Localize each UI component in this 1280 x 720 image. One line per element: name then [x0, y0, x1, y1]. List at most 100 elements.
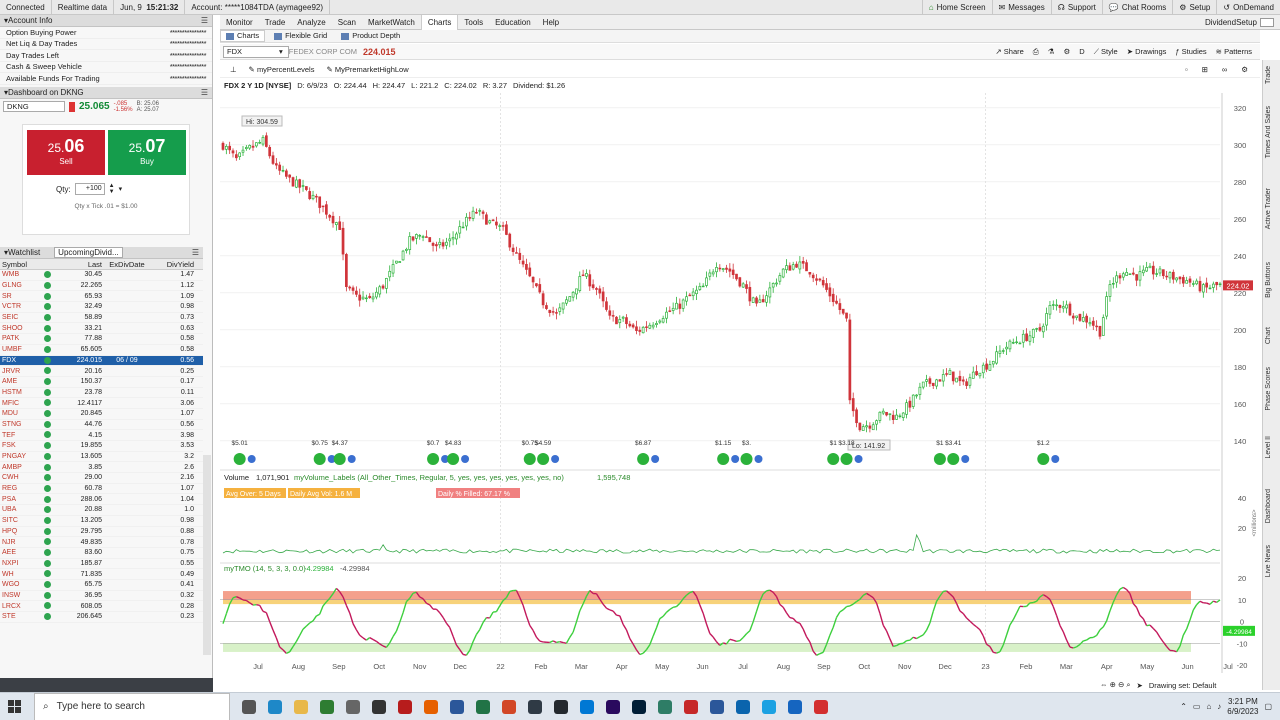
- gadget-dashboard[interactable]: Dashboard: [1265, 489, 1272, 523]
- messages-button[interactable]: ✉ Messages: [991, 0, 1051, 15]
- watchlist-row[interactable]: WH 71.835 0.49: [0, 569, 203, 580]
- gadget-chart[interactable]: Chart: [1265, 327, 1272, 344]
- chevron-down-icon[interactable]: ▾: [119, 185, 123, 193]
- watchlist-row[interactable]: TEF 4.15 3.98: [0, 430, 203, 441]
- browser-icon[interactable]: [756, 693, 782, 720]
- drawings-button[interactable]: ➤ Drawings: [1127, 47, 1167, 56]
- acrobat-icon[interactable]: [678, 693, 704, 720]
- volume-icon[interactable]: ♪: [1217, 702, 1221, 711]
- watchlist-header[interactable]: ▾ Watchlist UpcomingDivid... ☰: [0, 247, 203, 259]
- dividend-marker-icon[interactable]: [427, 453, 440, 465]
- vscode-icon[interactable]: [574, 693, 600, 720]
- tab-monitor[interactable]: Monitor: [220, 15, 259, 30]
- watchlist-row[interactable]: UBA 20.88 1.0: [0, 505, 203, 516]
- flask-icon[interactable]: ⚗: [1048, 47, 1055, 56]
- watchlist-row[interactable]: MDU 20.845 1.07: [0, 409, 203, 420]
- watchlist-row[interactable]: FSK 19.855 3.53: [0, 441, 203, 452]
- tab-analyze[interactable]: Analyze: [291, 15, 331, 30]
- watchlist-selector[interactable]: UpcomingDivid...: [54, 247, 123, 258]
- dividend-setup-label[interactable]: DividendSetup: [1205, 17, 1280, 27]
- event-marker-icon[interactable]: [961, 455, 970, 463]
- watchlist-row[interactable]: NXPI 185.87 0.55: [0, 559, 203, 570]
- app-icon[interactable]: [522, 693, 548, 720]
- watchlist-row[interactable]: LRCX 608.05 0.28: [0, 601, 203, 612]
- dividend-marker-icon[interactable]: [637, 453, 650, 465]
- taskbar-clock[interactable]: 3:21 PM 6/9/2023: [1227, 697, 1258, 717]
- quantity-input[interactable]: +100: [74, 183, 105, 195]
- github-icon[interactable]: [548, 693, 574, 720]
- menu-icon[interactable]: ☰: [201, 16, 208, 25]
- support-button[interactable]: ☊ Support: [1050, 0, 1102, 15]
- grid-icon[interactable]: ⊞: [1202, 65, 1208, 74]
- menu-icon[interactable]: ☰: [201, 88, 208, 97]
- event-marker-icon[interactable]: [551, 455, 560, 463]
- event-marker-icon[interactable]: [754, 455, 763, 463]
- edge-icon[interactable]: [262, 693, 288, 720]
- gadget-level-ii[interactable]: Level II: [1265, 436, 1272, 459]
- link-icon[interactable]: ∞: [1222, 65, 1227, 74]
- watchlist-row[interactable]: STNG 44.76 0.56: [0, 420, 203, 431]
- stepper-arrows-icon[interactable]: ▲ ▼: [109, 183, 115, 195]
- thinkorswim-icon[interactable]: [314, 693, 340, 720]
- study-premarket-high-low[interactable]: ✎ MyPremarketHighLow: [326, 65, 408, 74]
- watchlist-row[interactable]: WGO 65.75 0.41: [0, 580, 203, 591]
- gadget-trade[interactable]: Trade: [1265, 66, 1272, 84]
- watchlist-row[interactable]: REG 60.78 1.07: [0, 484, 203, 495]
- col-exdivdate[interactable]: ExDivDate: [102, 260, 152, 269]
- patterns-button[interactable]: ≋ Patterns: [1216, 47, 1252, 56]
- dividend-marker-icon[interactable]: [523, 453, 536, 465]
- task-view-icon[interactable]: [236, 693, 262, 720]
- gadget-times-and-sales[interactable]: Times And Sales: [1265, 106, 1272, 158]
- dividend-marker-icon[interactable]: [233, 453, 246, 465]
- watchlist-row[interactable]: FDX 224.015 06 / 09 0.56: [0, 355, 203, 367]
- zoom-controls[interactable]: ⇔ ⊕ ⊖ ⌕: [1100, 680, 1131, 690]
- home-screen-button[interactable]: ⌂ Home Screen: [921, 0, 992, 15]
- menu-icon[interactable]: ☰: [192, 248, 199, 257]
- event-marker-icon[interactable]: [731, 455, 740, 463]
- watchlist-row[interactable]: HSTM 23.78 0.11: [0, 388, 203, 399]
- price-chart[interactable]: 140 160 180 200 220 240 260 280 300 320 Jul Aug Sep O…: [220, 93, 1260, 673]
- event-marker-icon[interactable]: [651, 455, 660, 463]
- tab-marketwatch[interactable]: MarketWatch: [362, 15, 421, 30]
- watchlist-row[interactable]: GLNG 22.265 1.12: [0, 281, 203, 292]
- tab-charts[interactable]: Charts: [420, 14, 459, 30]
- tab-help[interactable]: Help: [537, 15, 565, 30]
- event-marker-icon[interactable]: [854, 455, 863, 463]
- study-percent-levels[interactable]: ✎ myPercentLevels: [249, 65, 315, 74]
- col-symbol[interactable]: Symbol: [0, 260, 44, 269]
- pin-icon[interactable]: ⊥: [230, 65, 237, 74]
- watchlist-row[interactable]: SEIC 58.89 0.73: [0, 313, 203, 324]
- file-explorer-icon[interactable]: [288, 693, 314, 720]
- dividend-marker-icon[interactable]: [537, 453, 550, 465]
- watchlist-row[interactable]: STE 206.645 0.23: [0, 612, 203, 623]
- dividend-marker-icon[interactable]: [840, 453, 853, 465]
- excel-icon[interactable]: [470, 693, 496, 720]
- gadget-active-trader[interactable]: Active Trader: [1265, 188, 1272, 229]
- gear-icon[interactable]: ⚙: [1241, 65, 1248, 74]
- watchlist-row[interactable]: WMB 30.45 1.47: [0, 270, 203, 281]
- watchlist-row[interactable]: AME 150.37 0.17: [0, 377, 203, 388]
- notification-icon[interactable]: ▢: [1264, 702, 1272, 711]
- chat-rooms-button[interactable]: 💬 Chat Rooms: [1101, 0, 1172, 15]
- watchlist-row[interactable]: PSA 288.06 1.04: [0, 494, 203, 506]
- dividend-marker-icon[interactable]: [1037, 453, 1050, 465]
- tab-education[interactable]: Education: [489, 15, 537, 30]
- outlook-icon[interactable]: [730, 693, 756, 720]
- app-icon[interactable]: [392, 693, 418, 720]
- app-icon[interactable]: [808, 693, 834, 720]
- account-info-header[interactable]: ▾ Account Info ☰: [0, 15, 212, 27]
- taskbar-search-input[interactable]: ⌕ Type here to search: [34, 692, 230, 720]
- event-marker-icon[interactable]: [347, 455, 356, 463]
- gadget-live-news[interactable]: Live News: [1265, 545, 1272, 577]
- chevron-up-icon[interactable]: ⌃: [1180, 702, 1187, 711]
- event-marker-icon[interactable]: [247, 455, 256, 463]
- tab-tools[interactable]: Tools: [458, 15, 489, 30]
- chart-svg[interactable]: 140160180200220240260280300320Jul Aug Sep O…: [220, 93, 1260, 673]
- firefox-icon[interactable]: [418, 693, 444, 720]
- watchlist-row[interactable]: SR 65.93 1.09: [0, 291, 203, 303]
- network-icon[interactable]: ⌂: [1206, 702, 1211, 711]
- watchlist-row[interactable]: INSW 36.95 0.32: [0, 591, 203, 602]
- settings-icon[interactable]: [340, 693, 366, 720]
- word-icon[interactable]: [704, 693, 730, 720]
- watchlist-row[interactable]: AEE 83.60 0.75: [0, 548, 203, 559]
